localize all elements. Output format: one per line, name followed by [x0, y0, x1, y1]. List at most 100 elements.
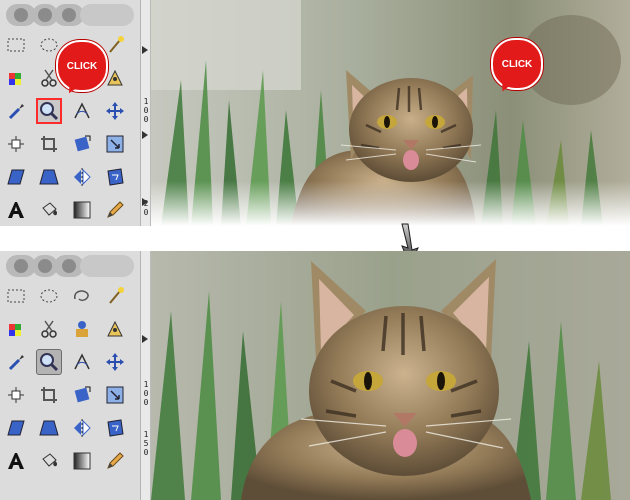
- tool-move-button[interactable]: [102, 349, 128, 375]
- ruler-pointer-marker: [142, 198, 148, 206]
- ellipse-select-icon: [40, 38, 58, 52]
- text-icon: [8, 202, 24, 218]
- toolbox: [0, 0, 141, 226]
- measure-icon: [74, 353, 90, 370]
- tool-rotate-button[interactable]: [69, 382, 95, 408]
- cat-photo: [151, 0, 630, 226]
- tool-perspective-button[interactable]: [36, 415, 62, 441]
- blend-icon: [73, 452, 91, 470]
- tool-scale-button[interactable]: [102, 382, 128, 408]
- ruler-tick-label: 5: [143, 439, 149, 448]
- fuzzy-select-icon: [109, 36, 124, 53]
- rotate-icon: [74, 386, 91, 403]
- free-select-icon: [74, 290, 89, 302]
- click-callout-label: CLICK: [501, 58, 533, 70]
- tool-free-select-button[interactable]: [69, 283, 95, 309]
- scale-icon: [106, 135, 124, 153]
- tool-cage-button[interactable]: [102, 164, 128, 190]
- cat-photo-zoomed: [151, 251, 630, 500]
- color-picker-icon: [8, 355, 24, 371]
- tool-pencil-button[interactable]: [102, 448, 128, 474]
- tool-flip-button[interactable]: [69, 415, 95, 441]
- rotate-icon: [74, 135, 91, 152]
- blend-icon: [73, 201, 91, 219]
- toolbox: [0, 251, 141, 500]
- tool-foreground-select-button[interactable]: [69, 316, 95, 342]
- tool-color-select-button[interactable]: [3, 316, 29, 342]
- tool-rect-select-button[interactable]: [3, 32, 29, 58]
- ruler-tick-label: 1: [143, 430, 149, 439]
- tool-pencil-button[interactable]: [102, 197, 128, 223]
- vertical-ruler: 1 0 0 1 5 0: [141, 251, 151, 500]
- tool-cage-button[interactable]: [102, 415, 128, 441]
- perspective-icon: [39, 169, 59, 185]
- image-canvas[interactable]: [151, 0, 630, 226]
- tool-rect-select-button[interactable]: [3, 283, 29, 309]
- text-icon: [8, 453, 24, 469]
- scissors-select-icon: [41, 320, 57, 338]
- pencil-icon: [107, 452, 124, 469]
- tool-text-button[interactable]: [3, 448, 29, 474]
- tool-color-select-button[interactable]: [3, 65, 29, 91]
- align-icon: [8, 136, 24, 152]
- ruler-pointer-marker: [142, 335, 148, 343]
- tool-bucket-fill-button[interactable]: [36, 197, 62, 223]
- tool-ellipse-select-button[interactable]: [36, 283, 62, 309]
- tool-perspective-button[interactable]: [36, 164, 62, 190]
- tool-blend-button[interactable]: [69, 197, 95, 223]
- tool-blend-button[interactable]: [69, 448, 95, 474]
- ruler-tick-label: 0: [143, 398, 149, 407]
- tool-shear-button[interactable]: [3, 164, 29, 190]
- tool-crop-button[interactable]: [36, 382, 62, 408]
- tool-crop-button[interactable]: [36, 131, 62, 157]
- scale-icon: [106, 386, 124, 404]
- move-icon: [106, 353, 124, 371]
- paths-icon: [107, 320, 123, 337]
- move-icon: [106, 102, 124, 120]
- cage-icon: [107, 419, 124, 437]
- tool-scissors-select-button[interactable]: [36, 316, 62, 342]
- tool-fuzzy-select-button[interactable]: [102, 283, 128, 309]
- image-canvas[interactable]: [151, 251, 630, 500]
- screenshot-after: 1 0 0 1 5 0: [0, 251, 630, 500]
- wilber-drop-zone: [6, 4, 134, 26]
- ruler-pointer-marker: [142, 131, 148, 139]
- flip-icon: [74, 168, 91, 186]
- bucket-fill-icon: [42, 202, 57, 216]
- tool-text-button[interactable]: [3, 197, 29, 223]
- ruler-tick-label: 0: [143, 106, 149, 115]
- tool-shear-button[interactable]: [3, 415, 29, 441]
- color-select-icon: [9, 73, 21, 85]
- tool-paths-button[interactable]: [102, 316, 128, 342]
- tool-color-picker-button[interactable]: [3, 98, 29, 124]
- click-callout-canvas: CLICK: [491, 38, 543, 94]
- tool-bucket-fill-button[interactable]: [36, 448, 62, 474]
- tool-align-button[interactable]: [3, 131, 29, 157]
- tool-zoom-button[interactable]: [36, 349, 62, 375]
- ruler-tick-label: 0: [143, 208, 149, 217]
- tool-rotate-button[interactable]: [69, 131, 95, 157]
- color-picker-icon: [8, 104, 24, 120]
- tool-move-button[interactable]: [102, 98, 128, 124]
- click-callout-label: CLICK: [66, 60, 98, 72]
- tool-align-button[interactable]: [3, 382, 29, 408]
- ruler-tick-label: 0: [143, 115, 149, 124]
- rect-select-icon: [7, 38, 25, 52]
- perspective-icon: [39, 420, 59, 436]
- tool-measure-button[interactable]: [69, 98, 95, 124]
- vertical-ruler: 1 0 0 2 0: [141, 0, 151, 226]
- ruler-tick-label: 0: [143, 389, 149, 398]
- tool-flip-button[interactable]: [69, 164, 95, 190]
- crop-icon: [41, 387, 57, 403]
- ellipse-select-icon: [40, 289, 58, 303]
- tool-scale-button[interactable]: [102, 131, 128, 157]
- zoom-icon: [40, 102, 59, 121]
- align-icon: [8, 387, 24, 403]
- tool-measure-button[interactable]: [69, 349, 95, 375]
- pencil-icon: [107, 201, 124, 218]
- fuzzy-select-icon: [109, 287, 124, 304]
- click-callout-toolbox: CLICK: [56, 40, 108, 97]
- tool-zoom-button[interactable]: [36, 98, 62, 124]
- tool-color-picker-button[interactable]: [3, 349, 29, 375]
- wilber-drop-zone: [6, 255, 134, 277]
